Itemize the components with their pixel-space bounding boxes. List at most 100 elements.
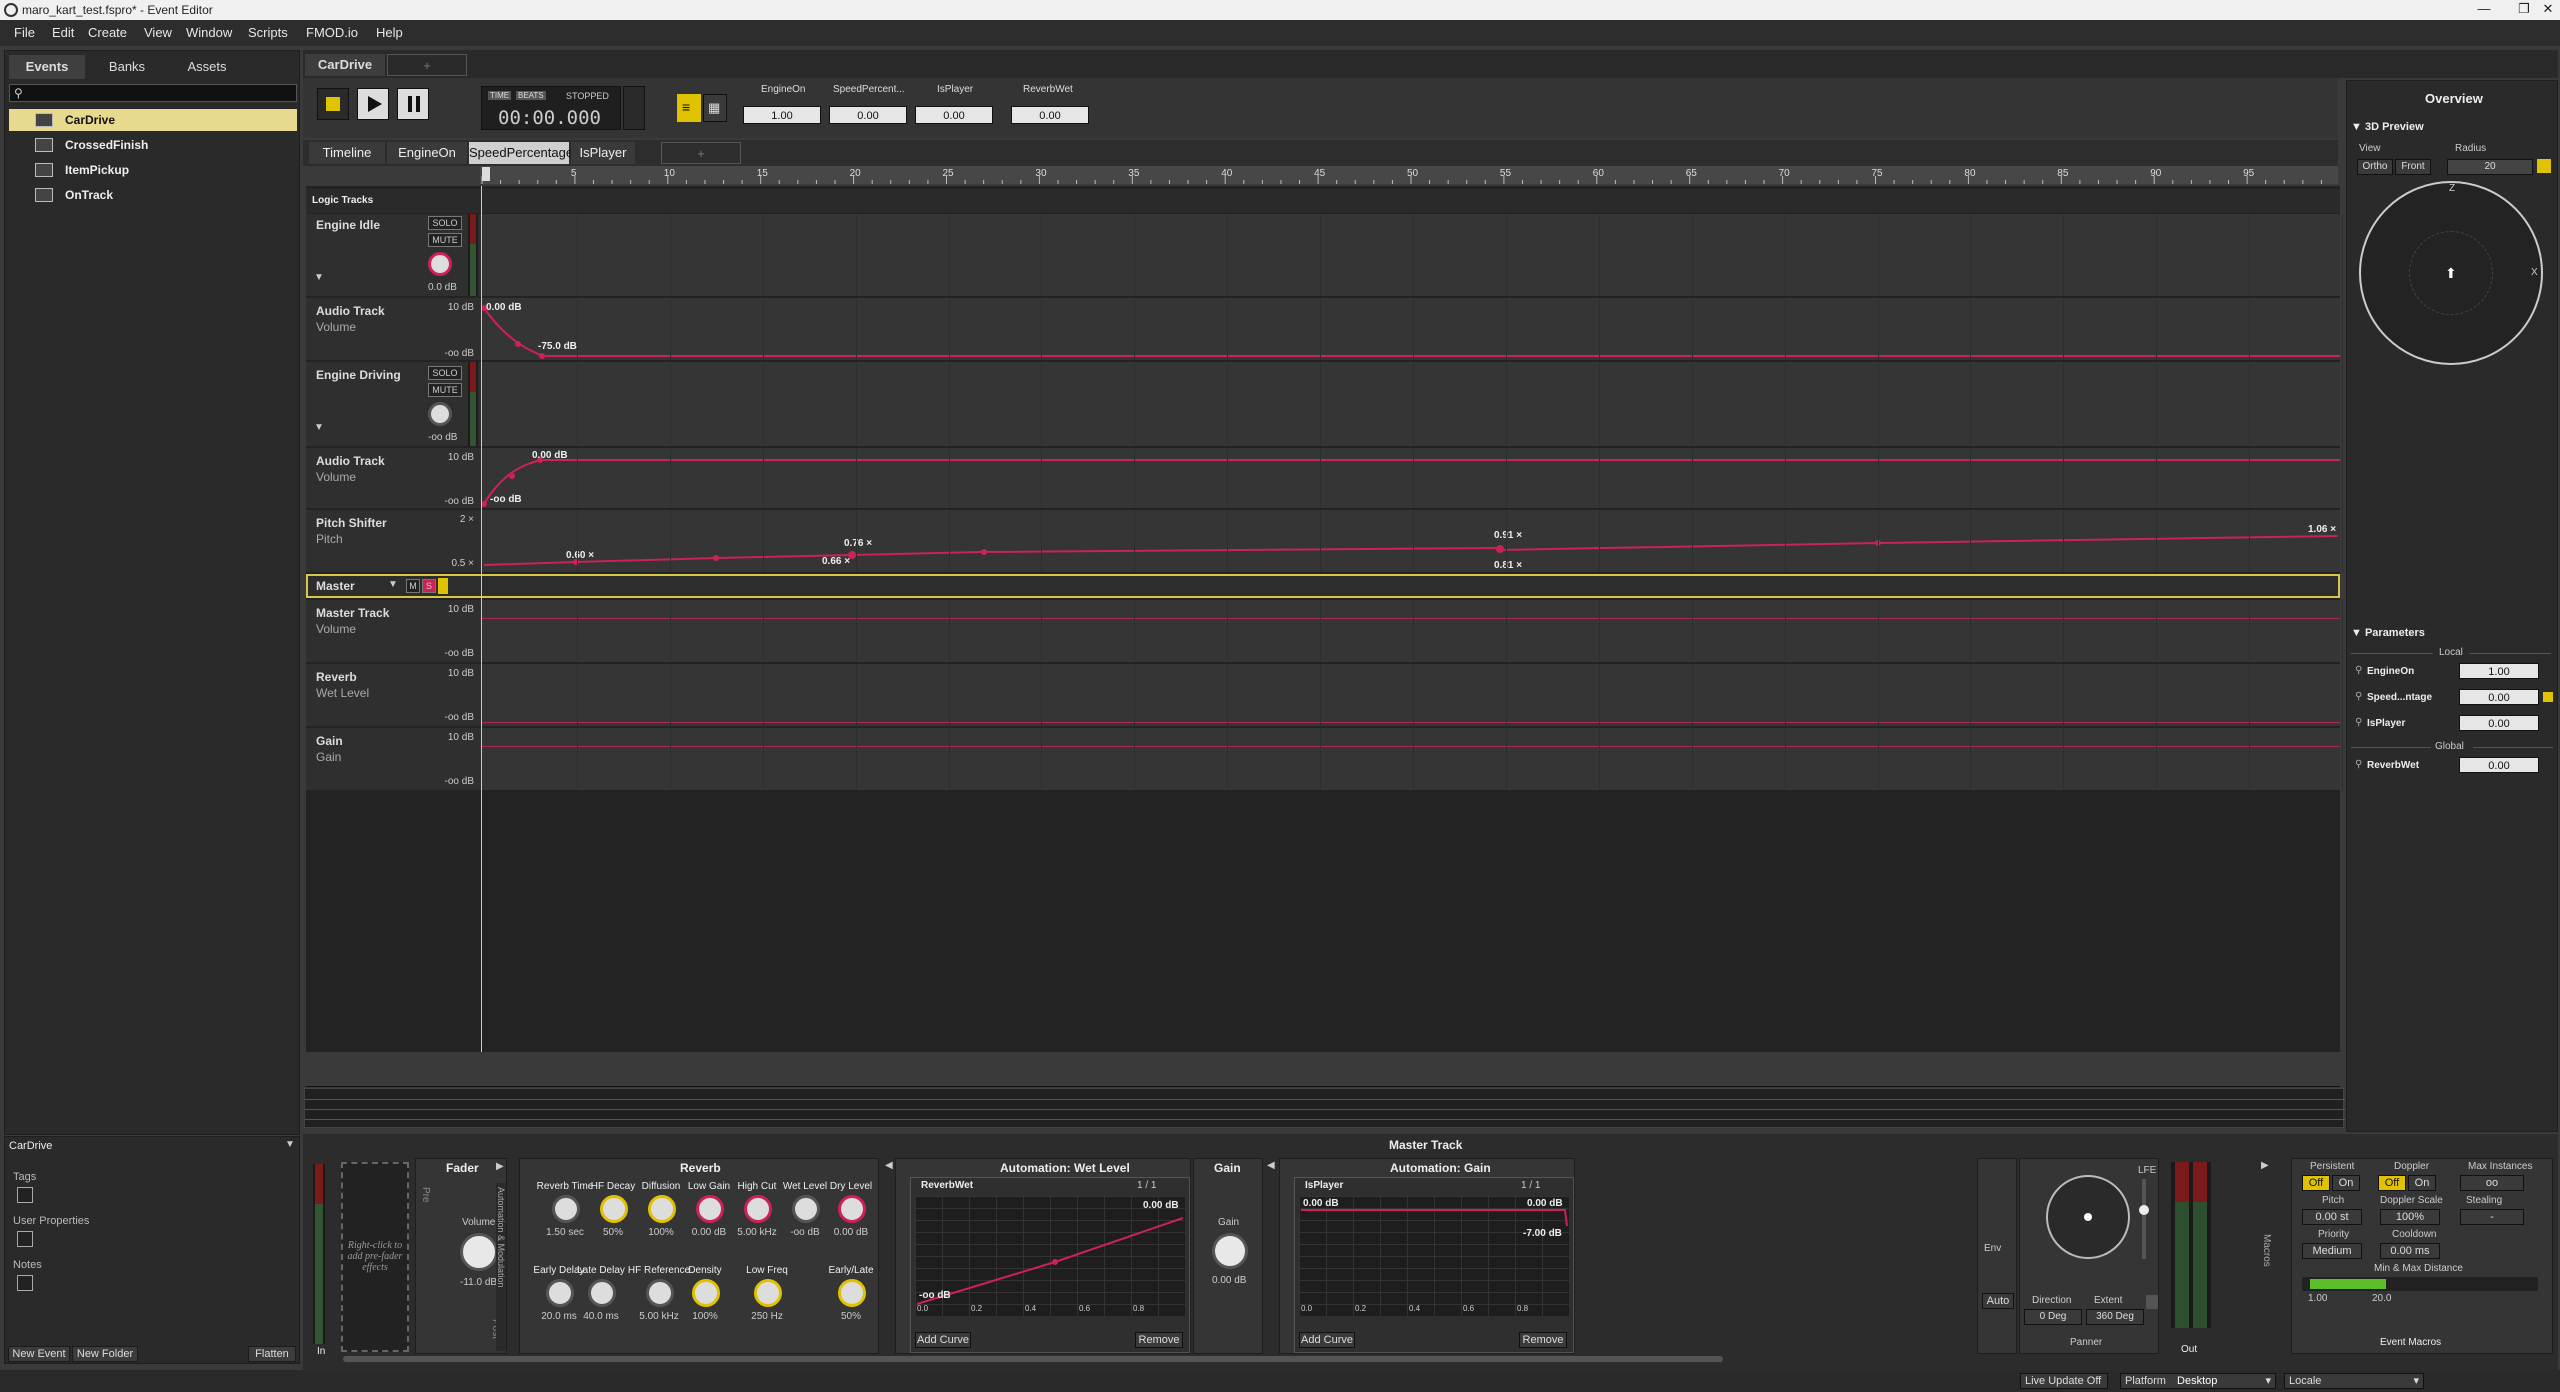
search-input[interactable]: ⚲ [9,84,297,102]
menu-help[interactable]: Help [376,25,403,40]
automation-lane[interactable]: 0.00 dB -oo dB [482,448,2343,508]
listener-arrow-icon[interactable]: ⬆ [2445,265,2457,282]
track-header-engine-driving[interactable]: Engine Driving SOLO MUTE -oo dB ▼ [306,362,482,446]
automation-header-gain[interactable]: Gain Gain 10 dB -oo dB [306,728,482,790]
doppler-on-toggle[interactable]: On [2408,1175,2436,1191]
notes-field[interactable] [17,1275,33,1291]
automation-header-audio-volume-2[interactable]: Audio Track Volume 10 dB -oo dB [306,448,482,508]
pause-button[interactable] [397,88,429,120]
automation-lane[interactable] [482,600,2343,662]
gain-curve-editor[interactable]: IsPlayer 1 / 1 0.00 dB 0.00 dB -7.00 dB … [1294,1177,1574,1353]
add-parameter-tab[interactable]: + [661,142,741,164]
reverb-knob[interactable] [546,1279,574,1307]
max-instances-field[interactable]: oo [2460,1175,2524,1191]
user-properties-field[interactable] [17,1231,33,1247]
new-event-button[interactable]: New Event [8,1346,70,1362]
playhead-handle[interactable] [482,167,490,181]
automation-lane[interactable]: 0.00 dB -75.0 dB [482,298,2343,360]
panner-lock-icon[interactable] [2146,1295,2158,1309]
param-row-speedpercentage[interactable]: ⚲ Speed...ntage 0.00 [2351,689,2555,707]
lock-icon[interactable] [2537,159,2551,173]
automation-lane[interactable]: 0.60 × 0.76 × 0.66 × 0.91 × 0.81 × 1.06 … [482,510,2343,572]
param-value[interactable]: 0.00 [829,106,907,124]
param-value[interactable]: 0.00 [2459,689,2539,705]
mute-button[interactable]: M [406,579,420,593]
parameters-header[interactable]: ▼ Parameters [2351,627,2425,639]
automation-header-audio-volume[interactable]: Audio Track Volume 10 dB -oo dB [306,298,482,360]
mute-button[interactable]: MUTE [428,383,462,397]
reverb-knob[interactable] [838,1279,866,1307]
param-value[interactable]: 0.00 [2459,715,2539,731]
deck-scrollbar[interactable] [343,1356,1723,1362]
track-lane-engine-idle[interactable] [482,214,2343,296]
platform-select[interactable]: Platform Desktop ▾ [2120,1373,2276,1389]
menu-view[interactable]: View [144,25,172,40]
collapse-left-icon[interactable]: ◀ [1267,1160,1275,1171]
distance-range-slider[interactable] [2302,1277,2538,1291]
doppler-scale-field[interactable]: 100% [2380,1209,2440,1225]
parameter-ruler[interactable]: 5 10 15 20 25 30 35 40 45 50 55 60 65 70 75 80 85 90 95 [480,166,2338,184]
3d-preview-view[interactable]: Z X ⬆ [2359,181,2543,365]
cooldown-field[interactable]: 0.00 ms [2380,1243,2440,1259]
locale-select[interactable]: Locale ▾ [2284,1373,2424,1389]
list-item[interactable]: OnTrack [9,184,297,206]
curve-grid[interactable]: 0.00 dB 0.00 dB -7.00 dB 0.0 0.2 0.4 0.6 0.8 [1299,1196,1569,1316]
param-row-isplayer[interactable]: ⚲ IsPlayer 0.00 [2351,715,2555,733]
param-value[interactable]: 0.00 [2459,757,2539,773]
direction-field[interactable]: 0 Deg [2024,1309,2082,1325]
reverb-knob[interactable] [792,1195,820,1223]
flatten-button[interactable]: Flatten [248,1346,296,1362]
close-button[interactable]: ✕ [2528,1,2560,17]
collapse-chevron-icon[interactable]: ▼ [314,422,324,433]
param-value[interactable]: 1.00 [2459,663,2539,679]
automation-header-master-volume[interactable]: Master Track Volume 10 dB -oo dB [306,600,482,662]
menu-file[interactable]: File [14,25,35,40]
list-item[interactable]: CarDrive [9,109,297,131]
reverb-knob[interactable] [646,1279,674,1307]
param-value[interactable]: 1.00 [743,106,821,124]
list-view-button[interactable]: ≡ [677,94,701,122]
radius-field[interactable]: 20 [2447,159,2533,175]
play-button[interactable] [357,88,389,120]
remove-curve-button[interactable]: Remove [1135,1332,1183,1348]
list-item[interactable]: ItemPickup [9,159,297,181]
reverb-knob[interactable] [744,1195,772,1223]
new-folder-button[interactable]: New Folder [72,1346,138,1362]
auto-button[interactable]: Auto [1982,1293,2014,1309]
timeline-overview[interactable] [304,1088,2345,1128]
solo-button[interactable]: SOLO [428,366,462,380]
pre-fader-effects-slot[interactable]: Right-click to add pre-fader effects [341,1162,409,1352]
solo-button[interactable]: S [422,579,436,593]
automation-header-reverb[interactable]: Reverb Wet Level 10 dB -oo dB [306,664,482,726]
tags-field[interactable] [17,1187,33,1203]
reverb-knob[interactable] [838,1195,866,1223]
add-curve-button[interactable]: Add Curve [1299,1332,1355,1348]
play-arrow-icon[interactable]: ▶ [2261,1160,2269,1171]
time-button[interactable]: TIME [488,91,512,100]
tab-cardrive[interactable]: CarDrive [305,54,385,76]
param-row-engineon[interactable]: ⚲ EngineOn 1.00 [2351,663,2555,681]
automation-strip[interactable]: Automation & Modulation [496,1183,506,1351]
chevron-down-icon[interactable]: ▼ [285,1139,295,1150]
lfe-slider[interactable] [2139,1179,2149,1259]
tab-events[interactable]: Events [9,55,85,79]
grid-view-button[interactable]: ▦ [703,94,727,122]
menu-scripts[interactable]: Scripts [248,25,288,40]
reverb-knob[interactable] [600,1195,628,1223]
volume-knob[interactable] [460,1233,498,1271]
play-arrow-icon[interactable]: ▶ [496,1161,504,1172]
param-value[interactable]: 0.00 [1011,106,1089,124]
track-lane-engine-driving[interactable] [482,362,2343,446]
automation-lane[interactable] [482,664,2343,726]
persistent-off-toggle[interactable]: Off [2302,1175,2330,1191]
extent-field[interactable]: 360 Deg [2086,1309,2144,1325]
track-volume-knob[interactable] [428,252,452,276]
param-row-reverbwet[interactable]: ⚲ ReverbWet 0.00 [2351,757,2555,775]
tab-engineon[interactable]: EngineOn [387,142,467,164]
stealing-select[interactable]: - [2460,1209,2524,1225]
remove-curve-button[interactable]: Remove [1519,1332,1567,1348]
tab-assets[interactable]: Assets [169,55,245,79]
wet-curve-editor[interactable]: ReverbWet 1 / 1 0.00 dB -oo dB 0.0 0.2 0.4… [910,1177,1190,1353]
chevron-down-icon[interactable]: ▼ [388,579,398,590]
master-track-row[interactable]: Master ▼ M S [306,574,2340,598]
